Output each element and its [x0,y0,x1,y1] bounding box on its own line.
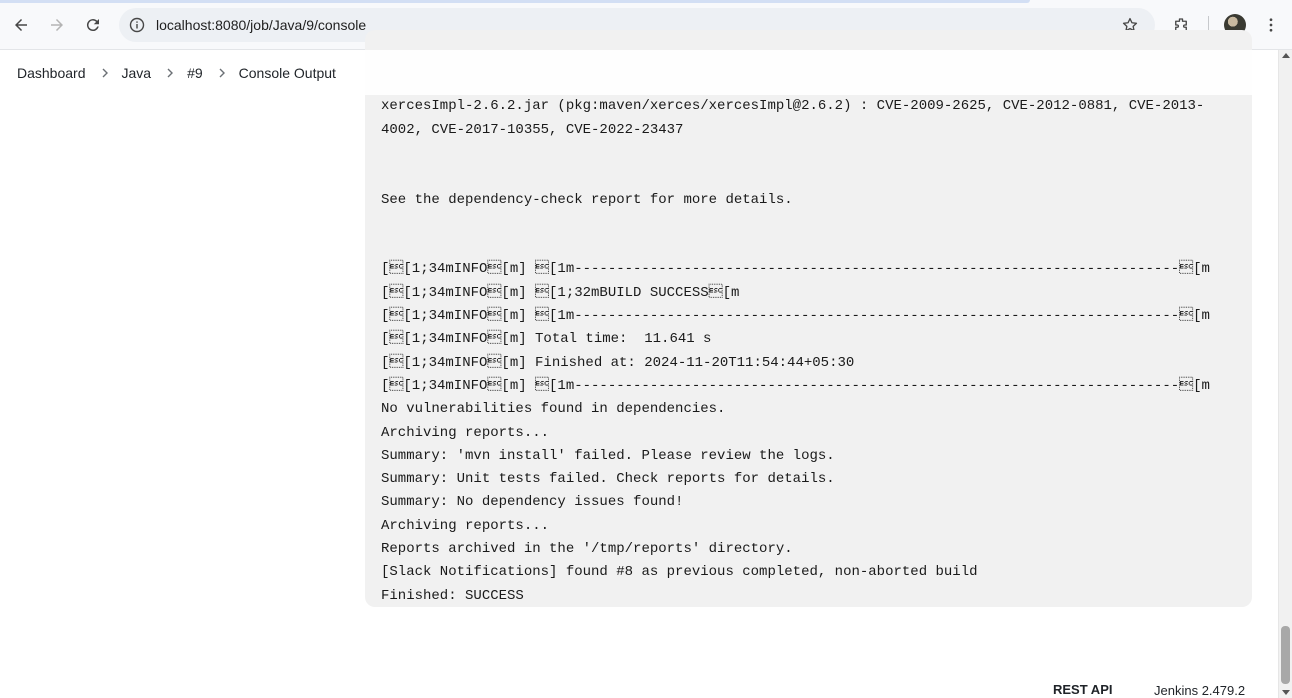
console-line: No vulnerabilities found in dependencies… [381,401,726,418]
site-info-icon[interactable] [129,17,145,33]
console-line: Finished: SUCCESS [381,587,524,604]
breadcrumb-console-output[interactable]: Console Output [239,65,336,81]
console-line: [[1;34mINFO[m] [1m-------------------… [381,308,1210,325]
breadcrumb: Dashboard Java #9 Console Output [0,50,1278,95]
rest-api-link[interactable]: REST API [1053,682,1112,697]
console-line: Archiving reports... [381,517,550,534]
chevron-right-icon [161,64,179,82]
console-line: 4002, CVE-2017-10355, CVE-2022-23437 [381,121,684,138]
scroll-thumb[interactable] [1281,626,1290,684]
console-line: [[1;34mINFO[m] [1;32mBUILD SUCCESS[m [381,284,740,301]
back-arrow-icon[interactable] [9,13,33,37]
console-line: Summary: No dependency issues found! [381,494,684,511]
breadcrumb-dashboard[interactable]: Dashboard [17,65,86,81]
console-line: [[1;34mINFO[m] Total time: 11.641 s [381,331,712,348]
console-line: [[1;34mINFO[m] [1m-------------------… [381,377,1210,394]
console-line: Summary: Unit tests failed. Check report… [381,471,835,488]
reload-icon[interactable] [81,13,105,37]
url-text[interactable]: localhost:8080/job/Java/9/console [156,17,366,33]
active-tab-strip [0,0,1030,3]
console-line: Summary: 'mvn install' failed. Please re… [381,447,835,464]
console-output: xercesImpl-2.6.2.jar (pkg:maven/xerces/x… [365,30,1252,607]
chevron-right-icon [96,64,114,82]
jenkins-version[interactable]: Jenkins 2.479.2 [1154,683,1245,698]
console-line: See the dependency-check report for more… [381,191,793,208]
breadcrumb-java[interactable]: Java [122,65,152,81]
chevron-right-icon [213,64,231,82]
breadcrumb-build[interactable]: #9 [187,65,203,81]
kebab-menu-icon[interactable] [1259,13,1283,37]
forward-arrow-icon[interactable] [45,13,69,37]
console-line: Archiving reports... [381,424,550,441]
console-line: xercesImpl-2.6.2.jar (pkg:maven/xerces/x… [381,98,1205,115]
page-scrollbar[interactable] [1278,50,1292,698]
console-line: [[1;34mINFO[m] [1m-------------------… [381,261,1210,278]
scroll-up-arrow-icon[interactable] [1282,53,1290,58]
scroll-down-arrow-icon[interactable] [1282,690,1290,695]
console-line: [Slack Notifications] found #8 as previo… [381,564,978,581]
console-line: [[1;34mINFO[m] Finished at: 2024-11-20… [381,354,855,371]
console-line: Reports archived in the '/tmp/reports' d… [381,541,793,558]
console-lines: xercesImpl-2.6.2.jar (pkg:maven/xerces/x… [381,95,1241,607]
